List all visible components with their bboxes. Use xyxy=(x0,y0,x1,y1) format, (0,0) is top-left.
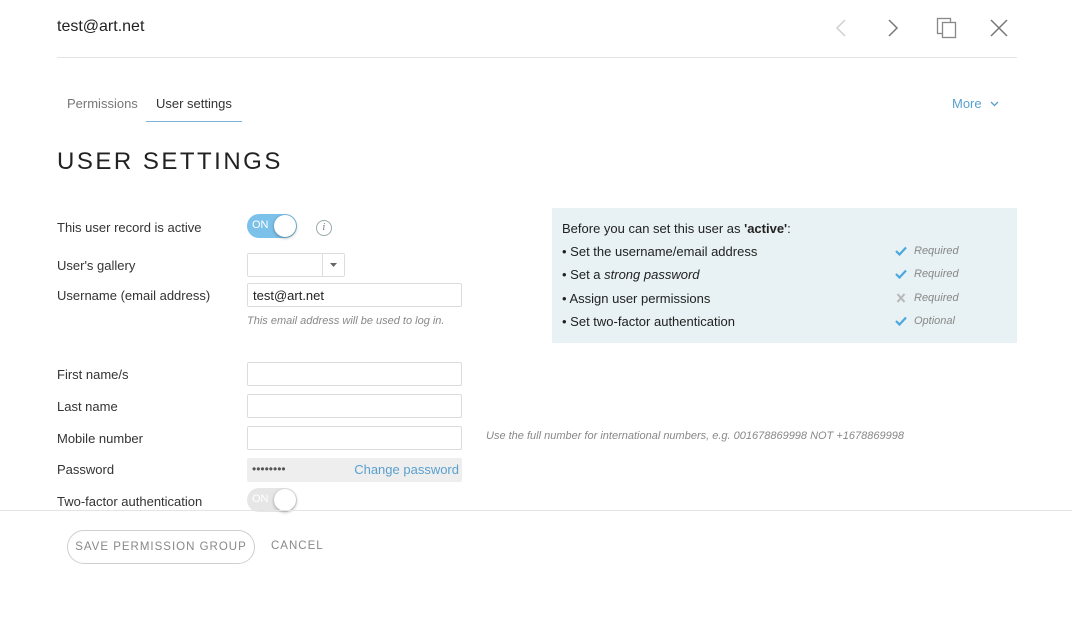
bullet: • xyxy=(562,314,571,329)
password-label: Password xyxy=(57,462,115,477)
tab-permissions[interactable]: Permissions xyxy=(57,96,148,121)
first-name-label: First name/s xyxy=(57,367,129,382)
page-title: USER SETTINGS xyxy=(57,148,283,175)
status-text: Required xyxy=(914,245,959,257)
requirement-text: Set two-factor authentication xyxy=(570,314,735,329)
cancel-button[interactable]: CANCEL xyxy=(271,540,324,552)
requirement-item: • Set two-factor authentication Optional xyxy=(562,314,1002,332)
last-name-label: Last name xyxy=(57,399,118,414)
footer-divider xyxy=(0,510,1072,511)
save-permission-group-button[interactable]: SAVE PERMISSION GROUP xyxy=(67,530,255,564)
chevron-down-icon xyxy=(990,101,999,106)
two-factor-toggle-text: ON xyxy=(252,493,269,505)
active-toggle-text: ON xyxy=(252,219,269,231)
requirement-item: • Assign user permissions Required xyxy=(562,291,1002,309)
requirement-text: Set a xyxy=(570,267,605,282)
password-mask: •••••••• xyxy=(252,462,286,476)
status-text: Optional xyxy=(914,315,955,327)
requirements-title-prefix: Before you can set this user as xyxy=(562,221,745,236)
requirement-item: • Set a strong password Required xyxy=(562,267,1002,285)
active-label: This user record is active xyxy=(57,220,202,235)
username-label: Username (email address) xyxy=(57,288,211,303)
duplicate-icon[interactable] xyxy=(933,14,961,42)
first-name-input[interactable] xyxy=(247,362,462,386)
gallery-select[interactable] xyxy=(247,253,345,277)
requirements-title-suffix: : xyxy=(787,221,791,236)
previous-icon[interactable] xyxy=(827,14,855,42)
requirement-status: Required xyxy=(895,268,959,280)
check-icon xyxy=(895,316,907,326)
two-factor-toggle[interactable]: ON xyxy=(247,488,297,512)
requirement-text: Assign user permissions xyxy=(569,291,711,306)
more-menu[interactable]: More xyxy=(952,96,999,111)
toggle-knob xyxy=(274,215,296,237)
last-name-input[interactable] xyxy=(247,394,462,418)
status-text: Required xyxy=(914,292,959,304)
username-input[interactable] xyxy=(247,283,462,307)
change-password-link[interactable]: Change password xyxy=(354,462,459,477)
check-icon xyxy=(895,246,907,256)
requirement-status: Optional xyxy=(895,315,955,327)
requirements-title: Before you can set this user as 'active'… xyxy=(562,221,791,236)
mobile-label: Mobile number xyxy=(57,431,143,446)
requirement-item: • Set the username/email address Require… xyxy=(562,244,1002,262)
tab-user-settings[interactable]: User settings xyxy=(146,96,242,122)
requirement-status: Required xyxy=(895,292,959,304)
cross-icon xyxy=(896,293,906,303)
requirement-status: Required xyxy=(895,245,959,257)
mobile-input[interactable] xyxy=(247,426,462,450)
two-factor-label: Two-factor authentication xyxy=(57,494,203,509)
bullet: • xyxy=(562,244,571,259)
gallery-label: User's gallery xyxy=(57,258,136,273)
next-icon[interactable] xyxy=(879,14,907,42)
bullet: • xyxy=(562,267,571,282)
requirement-emphasis: strong password xyxy=(604,267,700,282)
password-field: •••••••• Change password xyxy=(247,458,462,482)
more-label: More xyxy=(952,96,982,111)
active-toggle[interactable]: ON xyxy=(247,214,297,238)
info-icon[interactable]: i xyxy=(316,220,332,236)
status-text: Required xyxy=(914,268,959,280)
toggle-knob xyxy=(274,489,296,511)
mobile-hint: Use the full number for international nu… xyxy=(486,430,904,442)
close-icon[interactable] xyxy=(985,14,1013,42)
requirements-title-bold: 'active' xyxy=(744,221,788,236)
username-hint: This email address will be used to log i… xyxy=(247,315,445,327)
header-divider xyxy=(57,57,1017,58)
window-title: test@art.net xyxy=(57,18,145,35)
requirement-text: Set the username/email address xyxy=(570,244,758,259)
check-icon xyxy=(895,269,907,279)
activation-requirements-panel: Before you can set this user as 'active'… xyxy=(552,208,1017,343)
caret-down-icon xyxy=(322,254,344,276)
